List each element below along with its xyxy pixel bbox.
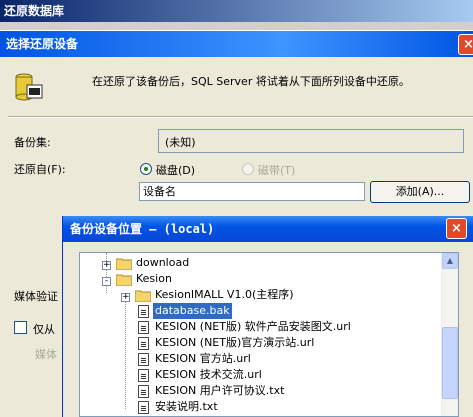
file-icon xyxy=(138,369,149,382)
disk-label[interactable]: 磁盘(D) xyxy=(156,162,195,178)
file-icon xyxy=(138,305,149,318)
tree-item-file[interactable]: KESION 用户许可协议.txt xyxy=(155,383,284,399)
window-title: 还原数据库 xyxy=(0,0,473,22)
file-tree[interactable]: + download - Kesion + KesionIMALL V1.0(主… xyxy=(79,252,459,417)
file-icon xyxy=(138,337,149,350)
tree-item-file[interactable]: 安装说明.txt xyxy=(155,399,218,415)
database-icon xyxy=(15,73,43,101)
tree-item-database-bak[interactable]: database.bak xyxy=(153,303,232,319)
folder-icon xyxy=(116,258,132,270)
folder-icon xyxy=(135,290,151,302)
vertical-scrollbar[interactable]: ▲ xyxy=(441,253,458,416)
only-from-checkbox[interactable] xyxy=(14,321,27,334)
tree-item-file[interactable]: KESION (NET版) 软件产品安装图文.url xyxy=(155,319,351,335)
close-icon[interactable]: × xyxy=(446,218,467,239)
file-icon xyxy=(138,401,149,414)
scroll-thumb[interactable] xyxy=(442,327,458,399)
close-icon[interactable]: × xyxy=(458,34,473,55)
add-button[interactable]: 添加(A)... xyxy=(370,181,470,203)
tape-label: 磁带(T) xyxy=(258,164,296,177)
file-icon xyxy=(138,385,149,398)
scroll-up-icon[interactable]: ▲ xyxy=(442,253,458,269)
backup-set-label: 备份集: xyxy=(14,136,51,149)
info-text: 在还原了该备份后，SQL Server 将试着从下面所列设备中还原。 xyxy=(92,75,410,88)
restore-from-label: 还原自(F): xyxy=(14,163,66,176)
tree-item-file[interactable]: KESION 官方站.url xyxy=(155,351,251,367)
expander[interactable]: - xyxy=(102,277,111,286)
divider xyxy=(8,116,473,118)
file-icon xyxy=(138,353,149,366)
dialog-title: 备份设备位置 — (local) xyxy=(63,216,473,242)
tree-item-kesion[interactable]: Kesion xyxy=(136,271,172,287)
tree-item-download[interactable]: download xyxy=(136,255,189,271)
tree-item-file[interactable]: KESION 技术交流.url xyxy=(155,367,262,383)
media-label: 媒体 xyxy=(35,348,57,361)
file-icon xyxy=(138,321,149,334)
backup-device-location-dialog: 备份设备位置 — (local) × + download - Kesion +… xyxy=(62,216,473,417)
backup-set-field: (未知) xyxy=(158,129,464,153)
media-verify-label: 媒体验证 xyxy=(14,290,58,303)
tree-item-file[interactable]: KESION (NET版)官方演示站.url xyxy=(155,335,314,351)
tape-radio xyxy=(242,163,254,175)
device-list-header[interactable]: 设备名 xyxy=(139,182,365,201)
expander[interactable]: + xyxy=(102,261,111,270)
folder-icon xyxy=(116,274,132,286)
tree-item-kesionimall[interactable]: KesionIMALL V1.0(主程序) xyxy=(155,287,294,303)
expander[interactable]: + xyxy=(121,293,130,302)
dialog-title: 选择还原设备 xyxy=(0,31,473,57)
disk-radio[interactable] xyxy=(140,163,152,175)
only-from-label: 仅从 xyxy=(33,323,55,336)
